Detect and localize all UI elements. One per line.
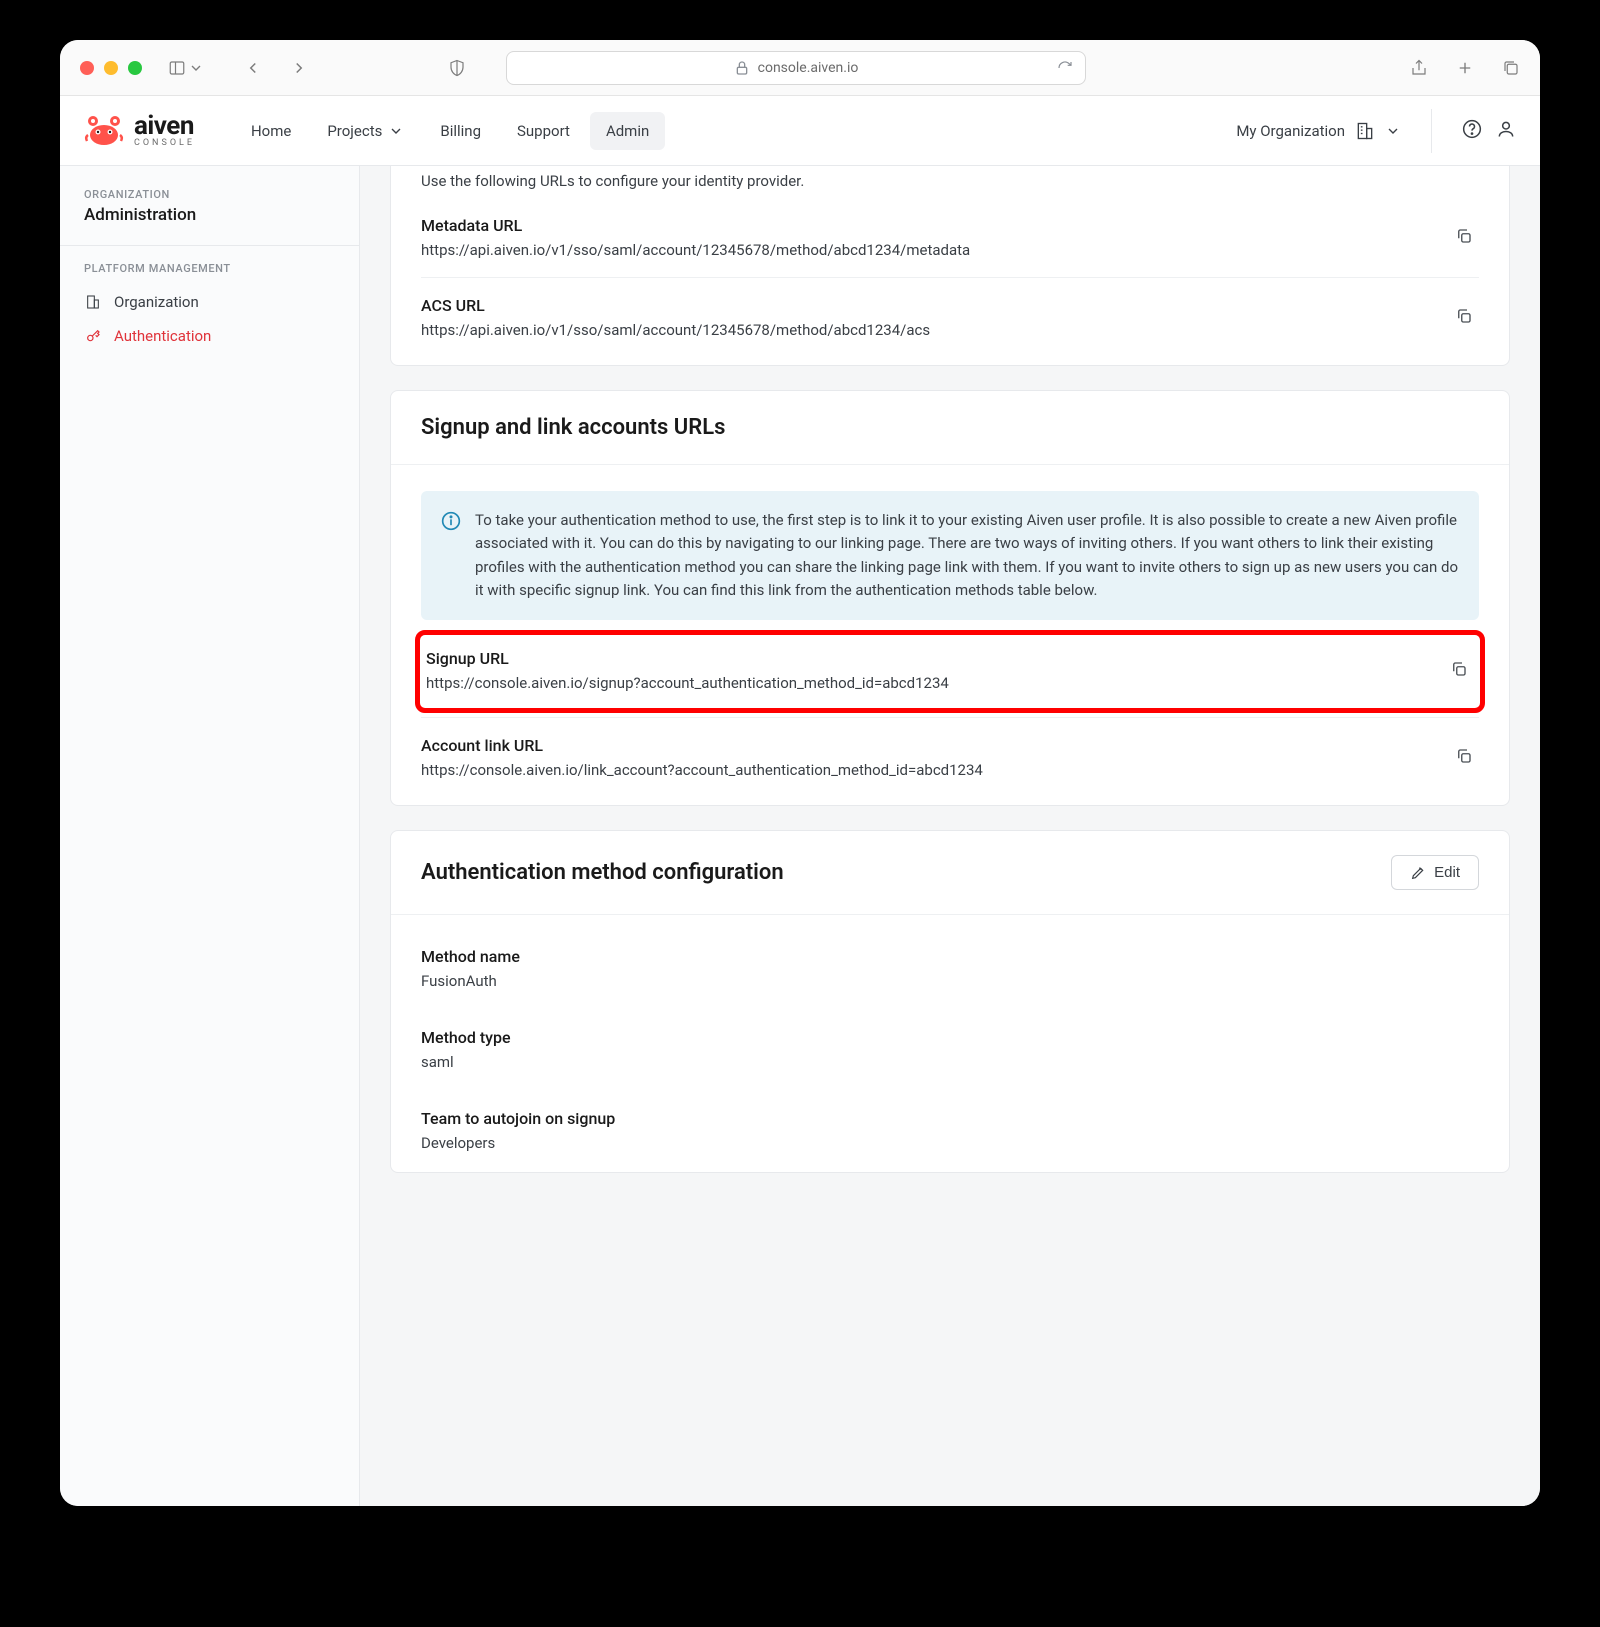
nav-support[interactable]: Support xyxy=(501,112,586,150)
method-name-row: Method name FusionAuth xyxy=(421,929,1479,1010)
help-button[interactable] xyxy=(1462,119,1482,143)
maximize-window-button[interactable] xyxy=(128,61,142,75)
traffic-lights xyxy=(80,61,142,75)
nav-home[interactable]: Home xyxy=(235,112,307,150)
app-body: ORGANIZATION Administration PLATFORM MAN… xyxy=(60,166,1540,1506)
metadata-url-value: https://api.aiven.io/v1/sso/saml/account… xyxy=(421,241,1449,259)
signup-url-highlight: Signup URL https://console.aiven.io/sign… xyxy=(415,630,1485,713)
chevron-down-icon xyxy=(1385,123,1401,139)
main-nav: Home Projects Billing Support Admin xyxy=(235,112,665,150)
method-name-value: FusionAuth xyxy=(421,972,1479,990)
signup-url-label: Signup URL xyxy=(426,649,1444,668)
help-icon xyxy=(1462,119,1482,139)
sidebar-item-label: Authentication xyxy=(114,327,211,345)
address-bar[interactable]: console.aiven.io xyxy=(506,51,1086,85)
nav-admin[interactable]: Admin xyxy=(590,112,665,150)
signup-link-card: Signup and link accounts URLs To take yo… xyxy=(390,390,1510,806)
org-switcher-label: My Organization xyxy=(1236,122,1345,140)
signup-heading: Signup and link accounts URLs xyxy=(421,415,1479,440)
auth-config-card: Authentication method configuration Edit… xyxy=(390,830,1510,1173)
auth-config-header: Authentication method configuration Edit xyxy=(391,831,1509,915)
nav-billing[interactable]: Billing xyxy=(424,112,497,150)
sidebar-platform-heading: PLATFORM MANAGEMENT xyxy=(60,262,359,285)
metadata-url-row: Metadata URL https://api.aiven.io/v1/sso… xyxy=(421,212,1479,278)
close-window-button[interactable] xyxy=(80,61,94,75)
sidebar-toggle-icon[interactable] xyxy=(168,59,204,77)
idp-config-card: Use the following URLs to configure your… xyxy=(390,166,1510,366)
back-button[interactable] xyxy=(244,59,262,77)
brand-sub: CONSOLE xyxy=(134,139,195,148)
chevron-down-icon xyxy=(388,123,404,139)
url-text: console.aiven.io xyxy=(758,60,859,76)
auth-config-heading: Authentication method configuration xyxy=(421,860,1391,885)
share-icon[interactable] xyxy=(1410,59,1428,77)
divider xyxy=(60,245,359,246)
forward-button[interactable] xyxy=(290,59,308,77)
copy-icon xyxy=(1455,227,1473,245)
copy-icon xyxy=(1455,747,1473,765)
user-menu-button[interactable] xyxy=(1496,119,1516,143)
signup-card-header: Signup and link accounts URLs xyxy=(391,391,1509,465)
sidebar-org-name: Administration xyxy=(60,201,359,245)
edit-button[interactable]: Edit xyxy=(1391,855,1479,890)
pencil-icon xyxy=(1410,865,1426,881)
browser-window: console.aiven.io aiven CONSOLE xyxy=(60,40,1540,1506)
link-url-value: https://console.aiven.io/link_account?ac… xyxy=(421,761,1449,779)
acs-url-value: https://api.aiven.io/v1/sso/saml/account… xyxy=(421,321,1449,339)
signup-url-row: Signup URL https://console.aiven.io/sign… xyxy=(420,635,1480,708)
method-name-label: Method name xyxy=(421,947,1479,966)
copy-acs-button[interactable] xyxy=(1449,301,1479,335)
copy-metadata-button[interactable] xyxy=(1449,221,1479,255)
sidebar-item-authentication[interactable]: Authentication xyxy=(60,319,359,353)
copy-link-button[interactable] xyxy=(1449,741,1479,775)
method-type-label: Method type xyxy=(421,1028,1479,1047)
acs-url-row: ACS URL https://api.aiven.io/v1/sso/saml… xyxy=(421,278,1479,365)
org-switcher[interactable]: My Organization xyxy=(1236,121,1401,141)
sidebar: ORGANIZATION Administration PLATFORM MAN… xyxy=(60,166,360,1506)
brand-name: aiven xyxy=(134,113,195,139)
edit-button-label: Edit xyxy=(1434,864,1460,881)
info-icon xyxy=(441,511,461,602)
signup-info-box: To take your authentication method to us… xyxy=(421,491,1479,620)
lock-icon xyxy=(734,60,750,76)
signup-info-text: To take your authentication method to us… xyxy=(475,509,1459,602)
metadata-url-label: Metadata URL xyxy=(421,216,1449,235)
signup-url-value: https://console.aiven.io/signup?account_… xyxy=(426,674,1444,692)
copy-signup-button[interactable] xyxy=(1444,654,1474,688)
idp-intro: Use the following URLs to configure your… xyxy=(391,166,1509,212)
acs-url-label: ACS URL xyxy=(421,296,1449,315)
nav-projects-label: Projects xyxy=(327,122,382,140)
divider xyxy=(1431,109,1432,153)
building-icon xyxy=(84,294,102,310)
tabs-icon[interactable] xyxy=(1502,59,1520,77)
new-tab-icon[interactable] xyxy=(1456,59,1474,77)
refresh-icon[interactable] xyxy=(1057,60,1073,76)
logo[interactable]: aiven CONSOLE xyxy=(84,113,195,149)
link-url-label: Account link URL xyxy=(421,736,1449,755)
team-autojoin-value: Developers xyxy=(421,1134,1479,1152)
nav-projects[interactable]: Projects xyxy=(311,112,420,150)
sidebar-org-label: ORGANIZATION xyxy=(60,188,359,201)
copy-icon xyxy=(1455,307,1473,325)
team-autojoin-label: Team to autojoin on signup xyxy=(421,1109,1479,1128)
titlebar: console.aiven.io xyxy=(60,40,1540,96)
link-url-row: Account link URL https://console.aiven.i… xyxy=(421,717,1479,805)
privacy-shield-icon[interactable] xyxy=(448,59,466,77)
main-content: Use the following URLs to configure your… xyxy=(360,166,1540,1506)
user-icon xyxy=(1496,119,1516,139)
method-type-value: saml xyxy=(421,1053,1479,1071)
sidebar-item-organization[interactable]: Organization xyxy=(60,285,359,319)
key-icon xyxy=(84,328,102,344)
sidebar-item-label: Organization xyxy=(114,293,199,311)
minimize-window-button[interactable] xyxy=(104,61,118,75)
building-icon xyxy=(1355,121,1375,141)
app-header: aiven CONSOLE Home Projects Billing Supp… xyxy=(60,96,1540,166)
team-autojoin-row: Team to autojoin on signup Developers xyxy=(421,1091,1479,1172)
method-type-row: Method type saml xyxy=(421,1010,1479,1091)
crab-logo-icon xyxy=(84,113,124,149)
copy-icon xyxy=(1450,660,1468,678)
